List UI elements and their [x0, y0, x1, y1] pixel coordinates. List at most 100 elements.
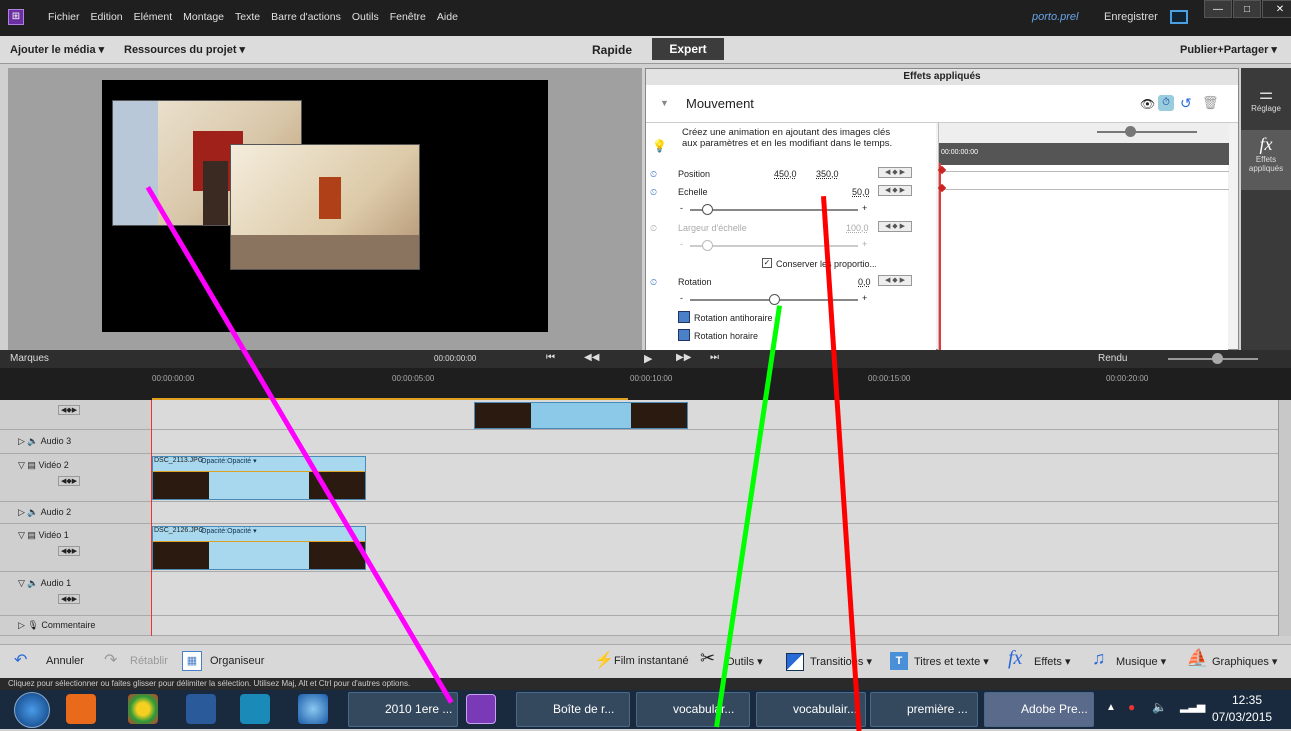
menu-edition[interactable]: Edition	[91, 11, 123, 23]
scale-slider[interactable]	[690, 209, 858, 211]
rotate-cw-label[interactable]: Rotation horaire	[694, 331, 758, 341]
instant-movie-button[interactable]: Film instantané	[614, 655, 689, 667]
rotation-slider-knob[interactable]	[769, 294, 780, 305]
menu-aide[interactable]: Aide	[437, 11, 458, 23]
tools-menu[interactable]: Outils ▾	[726, 655, 763, 668]
clip-fx-menu[interactable]: Opacité:Opacité ▾	[201, 457, 257, 465]
volume-icon[interactable]: 🔈	[1152, 700, 1167, 714]
undo-icon[interactable]: ↶	[14, 650, 27, 670]
menu-fenetre[interactable]: Fenêtre	[390, 11, 426, 23]
vertical-scrollbar[interactable]	[1278, 400, 1291, 636]
markers-menu[interactable]: Marques	[10, 353, 49, 364]
premiere-elements-icon[interactable]: ⊞	[8, 9, 24, 25]
keyframe-nav-control[interactable]: ◀◆▶	[58, 405, 81, 415]
scale-slider-knob[interactable]	[701, 204, 713, 215]
preview-screen[interactable]	[102, 80, 548, 332]
taskbar-app-folder[interactable]: 2010 1ere ...	[348, 692, 458, 727]
start-button[interactable]	[14, 692, 50, 728]
organizer-button[interactable]: Organiseur	[210, 655, 264, 667]
keyframe-nav-control[interactable]: ◀◆▶	[58, 594, 81, 604]
stopwatch-icon[interactable]: ⏲	[650, 169, 657, 180]
keyframe-nav-control[interactable]: ◀ ◆ ▶	[878, 275, 912, 286]
goto-start-icon[interactable]: ⏮	[546, 352, 555, 363]
motion-section-header[interactable]: ▼ Mouvement 👁 ⏱ ↺ 🗑	[646, 85, 1238, 123]
reset-icon[interactable]: ↺	[1180, 95, 1192, 112]
menu-fichier[interactable]: Fichier	[48, 11, 80, 23]
premiere-icon[interactable]	[466, 694, 496, 724]
position-y-value[interactable]: 350,0	[816, 169, 839, 179]
taskbar-app-premiere[interactable]: Adobe Pre...	[984, 692, 1094, 727]
keyframe-nav-control[interactable]: ◀ ◆ ▶	[878, 167, 912, 178]
picasa-icon[interactable]	[128, 694, 158, 724]
render-button[interactable]: Rendu	[1098, 353, 1127, 364]
effects-menu[interactable]: Effets ▾	[1034, 655, 1071, 668]
network-icon[interactable]	[298, 694, 328, 724]
adjust-tab[interactable]: ⚌ Réglage	[1241, 78, 1291, 128]
close-button[interactable]: ✕	[1262, 0, 1291, 18]
quick-mode-button[interactable]: Rapide	[592, 43, 632, 57]
rotation-value[interactable]: 0,0	[858, 277, 871, 287]
trash-icon[interactable]: 🗑	[1202, 95, 1219, 111]
timeline-ruler[interactable]: 00:00:00:00 00:00:05:00 00:00:10:00 00:0…	[0, 368, 1291, 400]
menu-montage[interactable]: Montage	[183, 11, 224, 23]
goto-end-icon[interactable]: ⏭	[710, 352, 719, 363]
titles-menu[interactable]: Titres et texte ▾	[914, 655, 989, 668]
step-forward-icon[interactable]: ▶▶	[676, 352, 691, 363]
applied-effects-tab[interactable]: fx Effets appliqués	[1241, 130, 1291, 190]
expert-mode-button[interactable]: Expert	[652, 38, 724, 60]
publish-share-button[interactable]: Publier+Partager ▾	[1180, 43, 1277, 56]
media-player-icon[interactable]	[66, 694, 96, 724]
kf-zoom-slider[interactable]	[1097, 131, 1197, 133]
timeline-playhead[interactable]	[151, 400, 152, 636]
keyframe-nav-control[interactable]: ◀◆▶	[58, 476, 81, 486]
tray-expand-icon[interactable]: ▲	[1106, 702, 1116, 713]
menu-outils[interactable]: Outils	[352, 11, 379, 23]
undo-button[interactable]: Annuler	[46, 655, 84, 667]
step-back-icon[interactable]: ◀◀	[584, 352, 599, 363]
play-icon[interactable]: ▶	[644, 352, 652, 365]
menu-element[interactable]: Elément	[134, 11, 173, 23]
collapse-icon[interactable]: ▼	[660, 98, 669, 108]
timeline-clip[interactable]	[474, 402, 688, 429]
opacity-line[interactable]	[153, 471, 365, 472]
taskbar-app-chrome[interactable]: Boîte de r...	[516, 692, 630, 727]
signal-icon[interactable]: ▂▃▅	[1180, 700, 1205, 713]
stopwatch-icon[interactable]: ⏱	[1158, 95, 1174, 111]
taskbar-app-doc2[interactable]: vocabulair...	[756, 692, 866, 727]
project-assets-button[interactable]: Ressources du projet ▾	[124, 43, 245, 56]
save-button[interactable]: Enregistrer	[1104, 11, 1158, 23]
rotate-ccw-label[interactable]: Rotation antihoraire	[694, 313, 773, 323]
taskbar-app-doc3[interactable]: première ...	[870, 692, 978, 727]
taskbar-app-label: vocabular...	[673, 702, 735, 716]
track-header: ◀◆▶	[0, 400, 152, 429]
security-icon[interactable]: ●	[1128, 700, 1135, 714]
minimize-button[interactable]: —	[1204, 0, 1232, 18]
transitions-menu[interactable]: Transitions ▾	[810, 655, 872, 668]
fullscreen-icon[interactable]	[1170, 10, 1188, 24]
dictionary-icon[interactable]	[186, 694, 216, 724]
taskbar-app-doc1[interactable]: vocabular...	[636, 692, 750, 727]
kf-zoom-knob[interactable]	[1125, 126, 1136, 137]
stopwatch-icon[interactable]: ⏲	[650, 277, 657, 288]
keyframe-nav-control[interactable]: ◀◆▶	[58, 546, 81, 556]
clip-fx-menu[interactable]: Opacité:Opacité ▾	[201, 527, 257, 535]
position-x-value[interactable]: 450,0	[774, 169, 797, 179]
menu-texte[interactable]: Texte	[235, 11, 260, 23]
clip-dsc-2126[interactable]: DSC_2126.JPG Opacité:Opacité ▾	[152, 526, 366, 570]
menu-barre-actions[interactable]: Barre d'actions	[271, 11, 341, 23]
graphics-menu[interactable]: Graphiques ▾	[1212, 655, 1277, 668]
add-media-button[interactable]: Ajouter le média ▾	[10, 43, 104, 56]
maximize-button[interactable]: □	[1233, 0, 1261, 18]
keep-proportions-checkbox[interactable]: ✓	[762, 258, 772, 268]
scale-value[interactable]: 50,0	[852, 187, 870, 197]
clip-dsc-2113[interactable]: DSC_2113.JPG Opacité:Opacité ▾	[152, 456, 366, 500]
stopwatch-icon[interactable]: ⏲	[650, 187, 657, 198]
eye-icon[interactable]: 👁	[1140, 97, 1155, 111]
keyframe-nav-control[interactable]: ◀ ◆ ▶	[878, 185, 912, 196]
app-icon[interactable]	[240, 694, 270, 724]
opacity-line[interactable]	[153, 541, 365, 542]
organizer-icon[interactable]: ▦	[182, 651, 202, 671]
timeline-zoom-knob[interactable]	[1212, 353, 1223, 364]
music-menu[interactable]: Musique ▾	[1116, 655, 1166, 668]
keyframe-timeline[interactable]: 00:00:00:00	[937, 123, 1229, 351]
